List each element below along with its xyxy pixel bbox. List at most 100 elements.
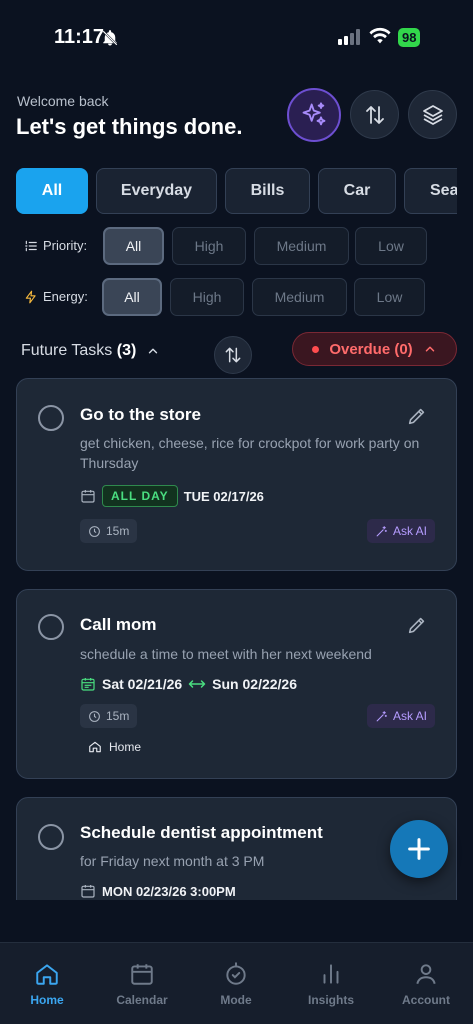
category-car[interactable]: Car (318, 168, 396, 214)
task-date: MON 02/23/26 3:00PM (102, 883, 236, 899)
ask-ai-label: Ask AI (392, 524, 427, 538)
calendar-icon (81, 885, 95, 898)
future-tasks-toggle[interactable]: Future Tasks (3) (21, 342, 160, 360)
task-description: get chicken, cheese, rice for crockpot f… (80, 435, 420, 471)
future-tasks-count: (3) (116, 342, 137, 359)
nav-calendar-label: Calendar (116, 993, 168, 1007)
status-time: 11:17 (54, 26, 105, 48)
duration-text: 15m (106, 709, 130, 723)
layers-button[interactable] (408, 90, 457, 139)
task-date: TUE 02/17/26 (183, 488, 264, 504)
category-everyday[interactable]: Everyday (96, 168, 217, 214)
priority-label-text: Priority: (43, 238, 88, 253)
task-card[interactable]: Call mom schedule a time to meet with he… (16, 589, 457, 779)
task-title: Call mom (80, 615, 157, 634)
overdue-toggle[interactable]: Overdue (0) (292, 332, 457, 366)
category-tabs: All Everyday Bills Car Sea (16, 168, 457, 214)
bottom-fade (0, 900, 473, 942)
home-icon (36, 964, 58, 985)
plus-icon (408, 838, 430, 860)
nav-account[interactable]: Account (386, 961, 466, 1007)
task-start-date: Sat 02/21/26 (102, 676, 183, 692)
ask-ai-label: Ask AI (392, 709, 427, 723)
task-title: Schedule dentist appointment (80, 823, 323, 842)
chevron-up-icon (149, 348, 158, 354)
lightning-icon (25, 290, 36, 303)
sparkle-icon (302, 102, 326, 126)
energy-label-text: Energy: (43, 289, 88, 304)
bottom-navigation: Home Calendar Mode Insights Account (0, 942, 473, 1024)
magic-wand-icon (376, 525, 387, 536)
nav-calendar[interactable]: Calendar (102, 961, 182, 1007)
add-task-button[interactable] (390, 820, 448, 878)
task-date-row: MON 02/23/26 3:00PM (80, 883, 236, 899)
ask-ai-button[interactable]: Ask AI (366, 519, 435, 543)
home-icon (89, 741, 101, 753)
task-sort-button[interactable] (214, 336, 252, 374)
category-all[interactable]: All (16, 168, 88, 214)
task-title: Go to the store (80, 405, 201, 424)
chevron-up-icon (425, 346, 434, 352)
future-tasks-label: Future Tasks (21, 342, 113, 359)
all-day-badge: ALL DAY (102, 485, 178, 507)
task-description: for Friday next month at 3 PM (80, 853, 265, 869)
task-card[interactable]: Go to the store get chicken, cheese, ric… (16, 378, 457, 571)
energy-low[interactable]: Low (354, 278, 425, 316)
battery-indicator: 98 (398, 28, 421, 47)
overdue-dot (312, 345, 320, 353)
clock-icon (89, 525, 100, 537)
task-date-range: Sat 02/21/26 Sun 02/22/26 (80, 676, 297, 692)
priority-high[interactable]: High (172, 227, 246, 265)
nav-insights[interactable]: Insights (291, 961, 371, 1007)
signal-icon (338, 29, 362, 50)
double-arrow-icon (188, 680, 206, 688)
nav-account-label: Account (402, 993, 450, 1007)
user-icon (416, 964, 436, 985)
status-bar: 11:17 98 (0, 0, 473, 70)
category-bills[interactable]: Bills (225, 168, 310, 214)
welcome-text: Welcome back (17, 93, 109, 109)
sort-arrows-icon (365, 105, 384, 124)
mode-gauge-icon (226, 962, 246, 985)
priority-all[interactable]: All (103, 227, 164, 265)
calendar-icon (81, 490, 95, 503)
sort-arrows-icon (225, 347, 241, 363)
ai-sparkle-button[interactable] (287, 88, 341, 142)
priority-low[interactable]: Low (355, 227, 427, 265)
task-end-date: Sun 02/22/26 (212, 676, 297, 692)
list-priority-icon (25, 240, 37, 251)
magic-wand-icon (376, 710, 387, 721)
task-date-row: ALL DAY TUE 02/17/26 (80, 485, 264, 507)
wifi-icon (369, 27, 391, 50)
category-sea[interactable]: Sea (404, 168, 457, 214)
calendar-range-icon (81, 678, 95, 691)
bell-muted-icon (101, 29, 119, 52)
priority-filter-label: Priority: (24, 238, 87, 253)
clock-icon (89, 710, 100, 722)
nav-mode-label: Mode (220, 993, 252, 1007)
calendar-icon (131, 964, 153, 985)
task-complete-checkbox[interactable] (38, 405, 64, 431)
task-complete-checkbox[interactable] (38, 824, 64, 850)
edit-pencil-icon[interactable] (406, 614, 428, 641)
duration-badge: 15m (80, 519, 138, 543)
edit-pencil-icon[interactable] (406, 405, 428, 432)
nav-home-label: Home (30, 993, 64, 1007)
sort-button[interactable] (350, 90, 399, 139)
task-description: schedule a time to meet with her next we… (80, 646, 372, 662)
location-text: Home (109, 740, 142, 754)
page-title: Let's get things done. (16, 114, 243, 139)
nav-home[interactable]: Home (7, 961, 87, 1007)
duration-text: 15m (106, 524, 130, 538)
overdue-label: Overdue (0) (329, 340, 413, 358)
priority-medium[interactable]: Medium (254, 227, 349, 265)
ask-ai-button[interactable]: Ask AI (366, 704, 435, 728)
task-complete-checkbox[interactable] (38, 614, 64, 640)
nav-insights-label: Insights (307, 993, 354, 1007)
energy-filter-label: Energy: (24, 289, 88, 304)
energy-high[interactable]: High (170, 278, 244, 316)
nav-mode[interactable]: Mode (196, 961, 276, 1007)
insights-bars-icon (323, 964, 339, 984)
energy-medium[interactable]: Medium (252, 278, 347, 316)
energy-all[interactable]: All (102, 278, 162, 316)
